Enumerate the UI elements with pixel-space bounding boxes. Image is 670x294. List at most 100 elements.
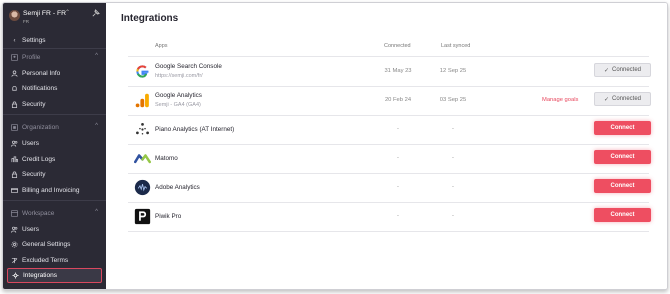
table-row: Google Analytics Semji - GA4 (GA4) 20 Fe…	[128, 86, 651, 116]
app-name: Google Search Console	[155, 63, 222, 70]
sidebar-item-ws-users[interactable]: Users	[7, 223, 102, 236]
connected-date: 20 Feb 24	[384, 97, 412, 103]
table-row: Piano Analytics (AT Internet) - - Connec…	[128, 115, 651, 145]
button-label: Connected	[612, 67, 642, 73]
page-title: Integrations	[121, 13, 179, 24]
matomo-logo	[134, 154, 151, 164]
app-property: Semji - GA4 (GA4)	[155, 102, 201, 108]
manage-goals-link[interactable]: Manage goals	[542, 97, 578, 103]
chevron-updown-icon: ⌃	[65, 10, 71, 16]
excluded-icon	[11, 257, 18, 264]
divider	[3, 48, 106, 49]
back-to-settings[interactable]: ‹ Settings	[7, 34, 102, 47]
sidebar-item-excluded-terms[interactable]: Excluded Terms	[7, 254, 102, 267]
workspace-name: Semji FR - FR	[23, 10, 67, 17]
sidebar-item-label: Security	[22, 171, 46, 178]
users-icon	[11, 140, 18, 147]
chevron-up-icon: ^	[95, 209, 98, 215]
connected-button[interactable]: ✓ Connected	[594, 63, 651, 77]
workspace-switcher[interactable]: Semji FR - FR ⌃ FR	[3, 3, 106, 30]
users-icon	[11, 226, 18, 233]
chevron-up-icon: ^	[95, 123, 98, 129]
connected-date: -	[397, 126, 399, 132]
last-synced-date: -	[452, 213, 454, 219]
sidebar-item-label: Users	[22, 140, 39, 147]
sidebar-item-integrations[interactable]: Integrations	[7, 268, 102, 283]
piano-logo	[136, 123, 149, 135]
sidebar-item-org-security[interactable]: Security	[7, 168, 102, 181]
sidebar-item-org-users[interactable]: Users	[7, 137, 102, 150]
sidebar-item-personal-info[interactable]: Personal Info	[7, 67, 102, 80]
last-synced-date: 12 Sep 25	[439, 68, 467, 74]
sidebar-item-billing[interactable]: Billing and Invoicing	[7, 184, 102, 197]
building-icon	[11, 124, 18, 131]
app-name: Matomo	[155, 155, 178, 162]
button-label: Connected	[612, 96, 642, 102]
section-workspace[interactable]: Workspace ^	[7, 207, 102, 220]
google-analytics-logo	[135, 93, 149, 108]
table-header: Apps Connected Last synced	[128, 39, 649, 57]
column-header-connected: Connected	[384, 43, 411, 49]
sidebar-item-label: Notifications	[22, 85, 58, 92]
workspace-icon	[11, 210, 18, 217]
table-row: Google Search Console https://semji.com/…	[128, 57, 651, 87]
bell-icon	[11, 85, 18, 92]
app-window: Semji FR - FR ⌃ FR ‹ Settings Profile ^ …	[2, 2, 668, 290]
last-synced-date: 03 Sep 25	[439, 97, 467, 103]
sidebar-item-general-settings[interactable]: General Settings	[7, 238, 102, 251]
integrations-icon	[12, 272, 19, 279]
table-row: Matomo - - Connect	[128, 144, 651, 174]
chevron-left-icon: ‹	[13, 37, 16, 44]
section-label: Organization	[22, 124, 59, 131]
google-logo	[136, 65, 149, 78]
app-name: Google Analytics	[155, 92, 202, 99]
divider	[3, 114, 106, 115]
column-header-apps: Apps	[155, 43, 168, 49]
section-profile[interactable]: Profile ^	[7, 51, 102, 64]
last-synced-date: -	[452, 155, 454, 161]
connect-button[interactable]: Connect	[594, 150, 651, 164]
sidebar-item-credit-logs[interactable]: Credit Logs	[7, 153, 102, 166]
column-header-last-synced: Last synced	[441, 43, 471, 49]
sidebar-item-label: Users	[22, 226, 39, 233]
sidebar-item-label: Excluded Terms	[22, 257, 69, 264]
sidebar: Semji FR - FR ⌃ FR ‹ Settings Profile ^ …	[3, 3, 106, 289]
credit-icon	[11, 156, 18, 163]
last-synced-date: -	[452, 126, 454, 132]
check-icon: ✓	[603, 67, 609, 74]
app-name: Piwik Pro	[155, 213, 182, 220]
connected-date: -	[397, 184, 399, 190]
piwik-pro-logo	[134, 208, 151, 225]
app-name: Adobe Analytics	[155, 184, 200, 191]
sidebar-item-label: Billing and Invoicing	[22, 187, 80, 194]
table-row: Adobe Analytics - - Connect	[128, 173, 651, 203]
last-synced-date: -	[452, 184, 454, 190]
sidebar-item-label: Security	[22, 101, 46, 108]
main-content: Integrations Apps Connected Last synced …	[106, 3, 667, 289]
section-organization[interactable]: Organization ^	[7, 121, 102, 134]
connect-button[interactable]: Connect	[594, 121, 651, 135]
card-icon	[11, 187, 18, 194]
chevron-up-icon: ^	[95, 53, 98, 59]
connected-date: -	[397, 155, 399, 161]
back-label: Settings	[22, 37, 46, 44]
gear-icon	[11, 241, 18, 248]
connect-button[interactable]: Connect	[594, 179, 651, 193]
adobe-analytics-logo	[134, 179, 151, 196]
avatar	[9, 10, 20, 21]
sidebar-item-label: Credit Logs	[22, 156, 56, 163]
sidebar-item-label: Personal Info	[22, 70, 61, 77]
connect-button[interactable]: Connect	[594, 208, 651, 222]
lock-icon	[11, 101, 18, 108]
section-label: Profile	[22, 54, 41, 61]
user-section-icon	[11, 54, 18, 61]
connected-button[interactable]: ✓ Connected	[594, 92, 651, 106]
sidebar-item-notifications[interactable]: Notifications	[7, 82, 102, 95]
sidebar-item-profile-security[interactable]: Security	[7, 98, 102, 111]
sidebar-item-label: General Settings	[22, 241, 71, 248]
collapse-sidebar-icon[interactable]	[91, 9, 100, 18]
section-label: Workspace	[22, 210, 55, 217]
user-icon	[11, 70, 18, 77]
table-row: Piwik Pro - - Connect	[128, 202, 651, 232]
connected-date: -	[397, 213, 399, 219]
